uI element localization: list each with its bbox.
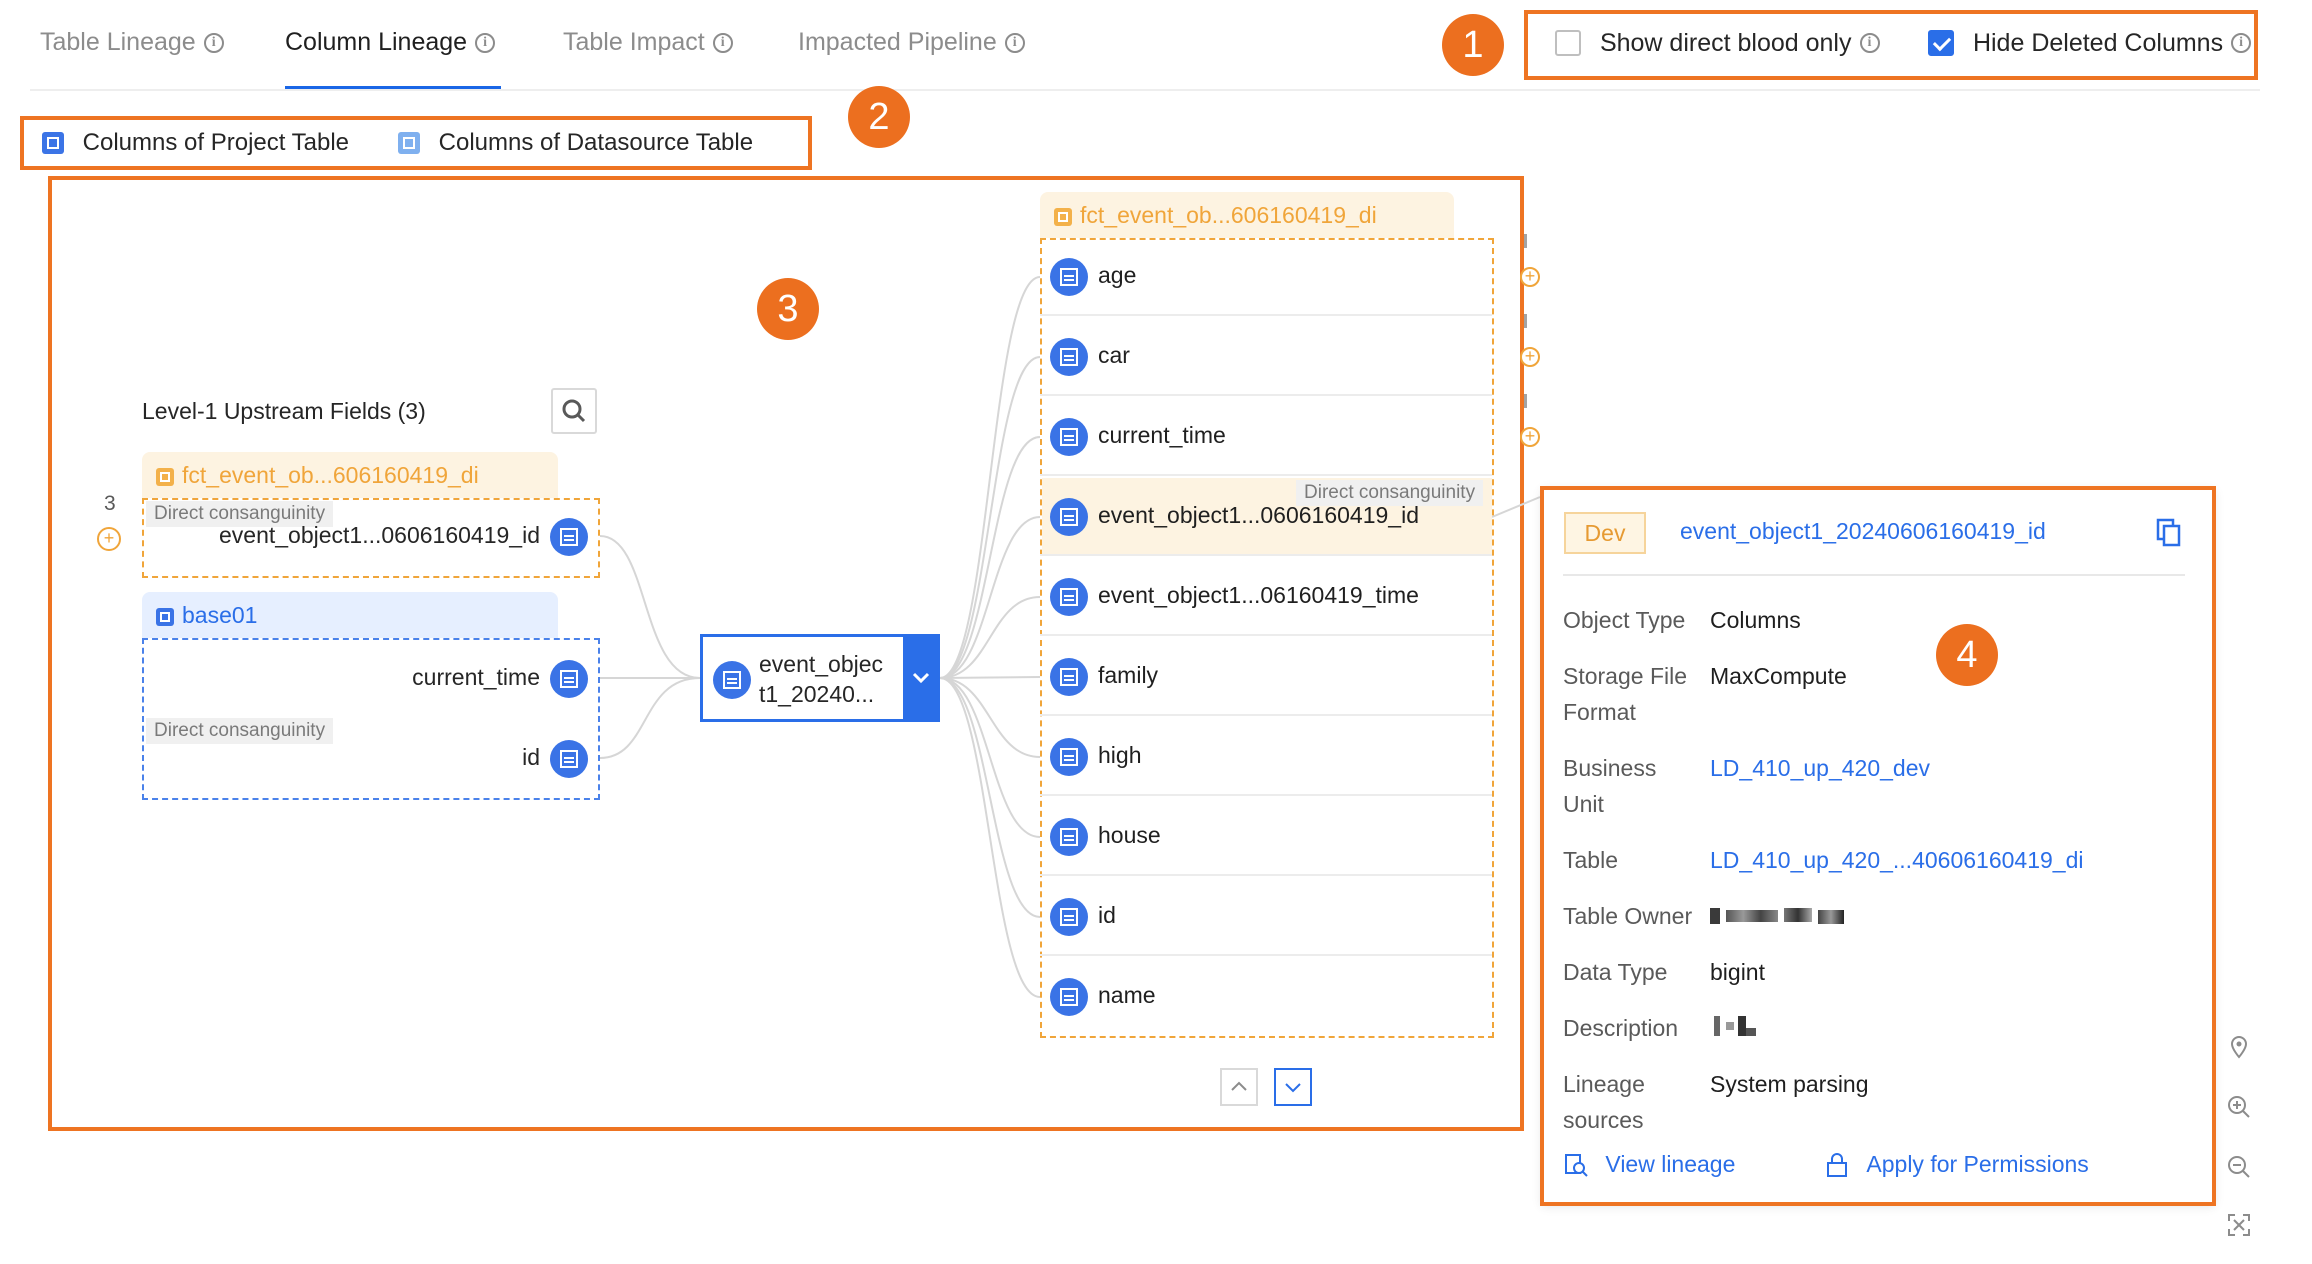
column-icon	[1050, 898, 1088, 936]
upstream-table-header-2[interactable]: base01	[142, 592, 558, 638]
table-owner-redacted	[1710, 906, 1846, 926]
apply-permissions-link[interactable]: Apply for Permissions	[1824, 1150, 2089, 1178]
downstream-field-row[interactable]: id	[1040, 878, 1492, 956]
downstream-field-row[interactable]: family	[1040, 638, 1492, 716]
column-icon	[550, 740, 588, 778]
chevron-down-icon	[912, 672, 930, 684]
downstream-field-row[interactable]: event_object1...0606160419_id	[1040, 478, 1492, 556]
table-icon	[1054, 207, 1072, 226]
selected-column-name: event_objec t1_20240...	[759, 651, 884, 707]
column-icon	[1050, 978, 1088, 1016]
data-type-label: Data Type	[1563, 959, 1668, 985]
fit-view-icon[interactable]	[2226, 1212, 2252, 1238]
edge-tick	[1524, 234, 1527, 248]
column-icon	[1050, 258, 1088, 296]
downstream-field-row[interactable]: name	[1040, 958, 1492, 1036]
selected-column-node[interactable]: event_objec t1_20240...	[700, 634, 940, 722]
table-label: Table	[1563, 847, 1618, 873]
upstream-field-label: id	[522, 744, 540, 770]
description-redacted	[1714, 1014, 1760, 1036]
column-icon	[713, 661, 751, 699]
downstream-field-row[interactable]: house	[1040, 798, 1492, 876]
callout-badge-4: 4	[1936, 624, 1998, 686]
direct-consanguinity-tag: Direct consanguinity	[146, 718, 334, 744]
upstream-search-button[interactable]	[551, 388, 597, 434]
column-icon	[550, 660, 588, 698]
column-icon	[1050, 418, 1088, 456]
table-icon	[156, 607, 174, 626]
panel-divider	[1563, 574, 2185, 576]
business-unit-label: Business Unit	[1563, 755, 1657, 817]
object-type-value: Columns	[1710, 607, 1801, 633]
lineage-sources-value: System parsing	[1710, 1071, 1869, 1097]
lock-icon	[1827, 1152, 1847, 1177]
lineage-sources-label: Lineage sources	[1563, 1071, 1645, 1133]
downstream-table-header[interactable]: fct_event_ob...606160419_di	[1040, 192, 1454, 238]
data-type-value: bigint	[1710, 959, 1765, 985]
storage-value: MaxCompute	[1710, 663, 1847, 689]
upstream-title: Level-1 Upstream Fields (3)	[142, 398, 426, 424]
storage-label: Storage File Format	[1563, 663, 1688, 725]
edge-tick	[1524, 394, 1527, 408]
edge-tick	[1524, 314, 1527, 328]
expand-downstream-button[interactable]: +	[1520, 267, 1540, 287]
view-lineage-icon	[1565, 1153, 1588, 1177]
node-dropdown-button[interactable]	[903, 634, 940, 722]
zoom-out-icon[interactable]	[2226, 1154, 2252, 1180]
upstream-field-label: event_object1...0606160419_id	[218, 522, 540, 548]
expand-upstream-button[interactable]: +	[97, 527, 121, 551]
description-label: Description	[1563, 1015, 1679, 1041]
upstream-count: 3	[104, 492, 116, 515]
column-icon	[1050, 498, 1088, 536]
table-owner-label: Table Owner	[1563, 903, 1693, 929]
downstream-field-row[interactable]: car	[1040, 318, 1492, 396]
column-icon	[1050, 818, 1088, 856]
column-icon	[1050, 738, 1088, 776]
view-lineage-link[interactable]: View lineage	[1563, 1150, 1735, 1178]
column-icon	[1050, 658, 1088, 696]
downstream-field-row[interactable]: event_object1...06160419_time	[1040, 558, 1492, 636]
downstream-field-row[interactable]: current_time	[1040, 398, 1492, 476]
zoom-in-icon[interactable]	[2226, 1094, 2252, 1120]
scroll-down-button[interactable]	[1274, 1068, 1312, 1106]
column-icon	[550, 518, 588, 556]
chevron-up-icon	[1231, 1081, 1247, 1091]
object-type-label: Object Type	[1563, 607, 1686, 633]
locate-icon[interactable]	[2226, 1034, 2252, 1060]
column-icon	[1050, 338, 1088, 376]
table-icon	[156, 467, 174, 486]
column-name-link[interactable]: event_object1_20240606160419_id	[1680, 518, 2046, 545]
downstream-field-row[interactable]: high	[1040, 718, 1492, 796]
downstream-field-row[interactable]: age	[1040, 238, 1492, 316]
search-icon	[562, 399, 586, 423]
table-link[interactable]: LD_410_up_420_...40606160419_di	[1710, 842, 2083, 878]
upstream-field-label: current_time	[412, 664, 540, 690]
column-icon	[1050, 578, 1088, 616]
env-badge: Dev	[1564, 512, 1646, 554]
copy-icon[interactable]	[2156, 518, 2182, 548]
scroll-up-button[interactable]	[1220, 1068, 1258, 1106]
business-unit-link[interactable]: LD_410_up_420_dev	[1710, 750, 1930, 786]
upstream-table-header-1[interactable]: fct_event_ob...606160419_di	[142, 452, 558, 498]
expand-downstream-button[interactable]: +	[1520, 347, 1540, 367]
chevron-down-icon	[1285, 1083, 1301, 1093]
expand-downstream-button[interactable]: +	[1520, 427, 1540, 447]
